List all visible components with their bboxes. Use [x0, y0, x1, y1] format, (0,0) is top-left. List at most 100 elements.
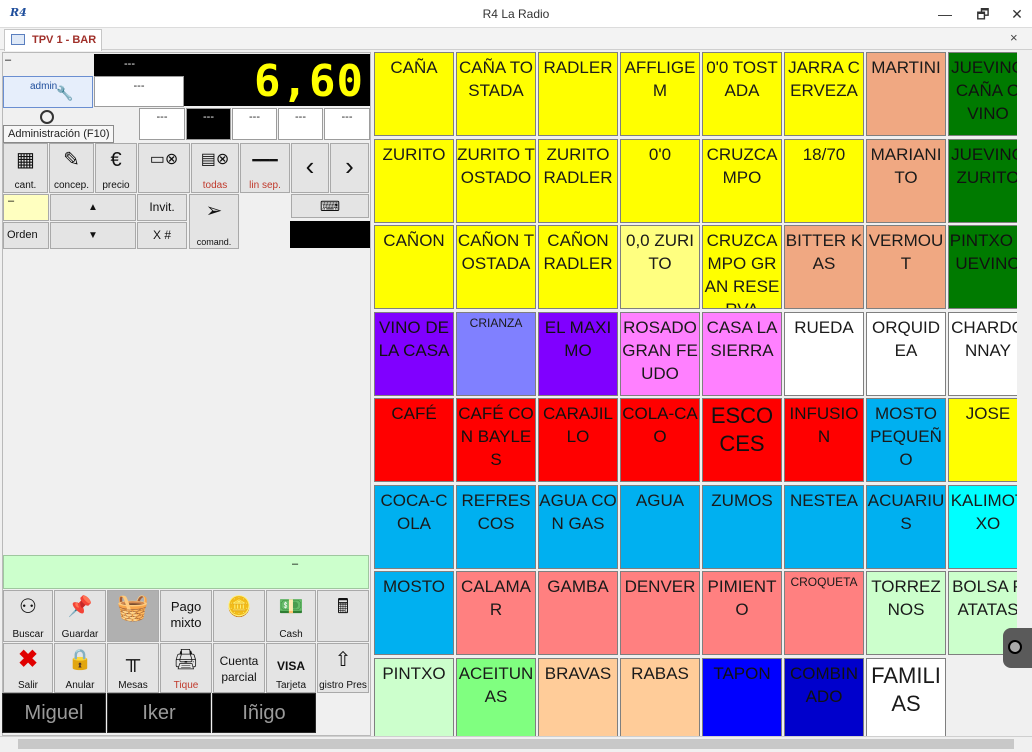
- product-button[interactable]: ACEITUNAS: [456, 657, 536, 736]
- multiply-button[interactable]: X #: [137, 222, 187, 249]
- close-window-button[interactable]: ✕: [1002, 3, 1032, 25]
- product-button[interactable]: MARIANITO: [866, 138, 946, 223]
- restore-button[interactable]: 🗗: [968, 3, 998, 25]
- product-button[interactable]: ORQUIDEA: [866, 311, 946, 396]
- tables-button[interactable]: ╥ Mesas: [107, 643, 159, 693]
- product-button[interactable]: JUEVINO ZURITO: [948, 138, 1028, 223]
- product-button[interactable]: AGUA CON GAS: [538, 484, 618, 569]
- search-button[interactable]: ⚇ Buscar: [3, 590, 53, 642]
- product-button[interactable]: CAÑON: [374, 225, 454, 309]
- product-button[interactable]: CAÑA: [374, 52, 454, 136]
- product-button[interactable]: CAÑON TOSTADA: [456, 225, 536, 309]
- product-button[interactable]: GAMBA: [538, 571, 618, 655]
- product-button[interactable]: 18/70: [784, 138, 864, 223]
- cash-register-button[interactable]: 🖩: [317, 590, 369, 642]
- product-button[interactable]: RABAS: [620, 657, 700, 736]
- product-button[interactable]: MARTINI: [866, 52, 946, 136]
- product-button[interactable]: EL MAXIMO: [538, 311, 618, 396]
- send-command-button[interactable]: ➢ comand.: [189, 194, 239, 249]
- product-button[interactable]: FAMILIAS: [866, 657, 946, 736]
- delete-line-button[interactable]: ▭⊗: [138, 143, 190, 193]
- cash-button[interactable]: 💵 Cash: [266, 590, 316, 642]
- partial-bill-button[interactable]: Cuenta parcial: [213, 643, 265, 693]
- product-button[interactable]: PIMIENTO: [702, 571, 782, 655]
- product-button[interactable]: TAPON: [702, 657, 782, 736]
- mixed-payment-button[interactable]: Pago mixto: [160, 590, 212, 642]
- product-button[interactable]: CROQUETA: [784, 571, 864, 655]
- coins-button[interactable]: 🪙: [213, 590, 265, 642]
- product-button[interactable]: 0'0: [620, 138, 700, 223]
- product-button[interactable]: MOSTO PEQUEÑO: [866, 398, 946, 482]
- scroll-up-button[interactable]: ▲: [50, 194, 136, 221]
- product-button[interactable]: CRIANZA: [456, 311, 536, 396]
- product-button[interactable]: CAFÉ CON BAYLES: [456, 398, 536, 482]
- product-button[interactable]: ROSADO GRAN FEUDO: [620, 311, 700, 396]
- admin-button[interactable]: admin 🔧: [3, 76, 93, 108]
- product-button[interactable]: PINTXO JUEVINO: [948, 225, 1028, 309]
- product-button[interactable]: AFFLIGEM: [620, 52, 700, 136]
- horizontal-scrollbar-thumb[interactable]: [18, 739, 1014, 749]
- order-button[interactable]: Orden: [3, 222, 49, 249]
- product-button[interactable]: CRUZCAMPO GRAN RESERVA: [702, 225, 782, 309]
- product-button[interactable]: DENVER: [620, 571, 700, 655]
- next-button[interactable]: ›: [330, 143, 369, 193]
- product-button[interactable]: CALAMAR: [456, 571, 536, 655]
- concept-button[interactable]: ✎ concep.: [49, 143, 94, 193]
- minimize-button[interactable]: —: [930, 3, 960, 25]
- product-button[interactable]: VINO DE LA CASA: [374, 311, 454, 396]
- tab-close-button[interactable]: ×: [1010, 30, 1018, 45]
- product-button[interactable]: AGUA: [620, 484, 700, 569]
- tab-tpv1[interactable]: TPV 1 - BAR: [4, 29, 102, 51]
- save-button[interactable]: 📌 Guardar: [54, 590, 106, 642]
- product-button[interactable]: CAFÉ: [374, 398, 454, 482]
- product-button[interactable]: KALIMOTXO: [948, 484, 1028, 569]
- product-button[interactable]: COCA-COLA: [374, 484, 454, 569]
- product-button[interactable]: PINTXO: [374, 657, 454, 736]
- product-button[interactable]: ZUMOS: [702, 484, 782, 569]
- waiter-button-3[interactable]: Iñigo: [212, 693, 316, 733]
- product-button[interactable]: MOSTO: [374, 571, 454, 655]
- product-button[interactable]: JOSE: [948, 398, 1028, 482]
- product-button[interactable]: COMBINADO: [784, 657, 864, 736]
- product-button[interactable]: BRAVAS: [538, 657, 618, 736]
- product-button[interactable]: [948, 657, 1028, 736]
- product-button[interactable]: ESCOCES: [702, 398, 782, 482]
- product-button[interactable]: CRUZCAMPO: [702, 138, 782, 223]
- waiter-button-1[interactable]: Miguel: [2, 693, 106, 733]
- product-button[interactable]: CAÑON RADLER: [538, 225, 618, 309]
- previous-button[interactable]: ‹: [291, 143, 329, 193]
- product-button[interactable]: VERMOUT: [866, 225, 946, 309]
- register-presence-button[interactable]: ⇧ gistro Pres: [317, 643, 369, 693]
- product-button[interactable]: CAÑA TOSTADA: [456, 52, 536, 136]
- cancel-button[interactable]: 🔒 Anular: [54, 643, 106, 693]
- product-button[interactable]: JUEVINO CAÑA O VINO: [948, 52, 1028, 136]
- product-button[interactable]: RADLER: [538, 52, 618, 136]
- card-button[interactable]: VISA Tarjeta: [266, 643, 316, 693]
- product-button[interactable]: 0'0 TOSTADA: [702, 52, 782, 136]
- product-button[interactable]: CHARDONNAY: [948, 311, 1028, 396]
- product-button[interactable]: INFUSION: [784, 398, 864, 482]
- basket-button[interactable]: 🧺: [107, 590, 159, 642]
- scroll-down-button[interactable]: ▼: [50, 222, 136, 249]
- product-button[interactable]: 0,0 ZURITO: [620, 225, 700, 309]
- product-button[interactable]: REFRESCOS: [456, 484, 536, 569]
- product-button[interactable]: JARRA CERVEZA: [784, 52, 864, 136]
- delete-all-button[interactable]: ▤⊗ todas: [191, 143, 239, 193]
- product-button[interactable]: ZURITO RADLER: [538, 138, 618, 223]
- price-button[interactable]: € precio: [95, 143, 137, 193]
- ticket-button[interactable]: 🖨 Tique: [160, 643, 212, 693]
- exit-button[interactable]: ✖ Salir: [3, 643, 53, 693]
- product-button[interactable]: TORREZNOS: [866, 571, 946, 655]
- product-button[interactable]: BITTER KAS: [784, 225, 864, 309]
- quantity-button[interactable]: ▦ cant.: [3, 143, 48, 193]
- invitation-button[interactable]: Invit.: [137, 194, 187, 221]
- product-button[interactable]: NESTEA: [784, 484, 864, 569]
- product-button[interactable]: ZURITO TOSTADO: [456, 138, 536, 223]
- product-button[interactable]: COLA-CAO: [620, 398, 700, 482]
- keyboard-button[interactable]: ⌨: [291, 194, 369, 218]
- product-button[interactable]: RUEDA: [784, 311, 864, 396]
- product-button[interactable]: ZURITO: [374, 138, 454, 223]
- product-button[interactable]: CASA LASIERRA: [702, 311, 782, 396]
- product-button[interactable]: CARAJILLO: [538, 398, 618, 482]
- separator-line-button[interactable]: ━━━ lin sep.: [240, 143, 290, 193]
